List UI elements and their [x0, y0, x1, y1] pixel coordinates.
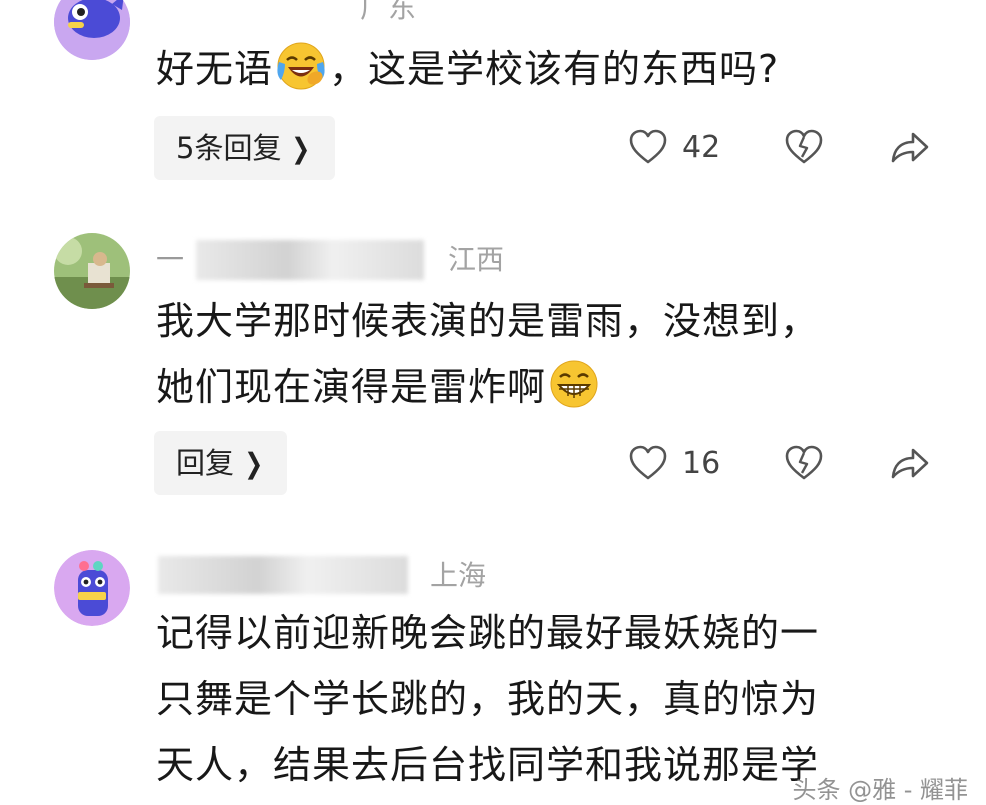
avatar[interactable] — [54, 233, 130, 309]
comment-line-3: 天人，结果去后台找同学和我说那是学 — [156, 743, 820, 787]
username-redaction — [196, 240, 424, 280]
replies-button[interactable]: 5条回复 ❯ — [154, 116, 335, 180]
comment-location: 广东 — [360, 0, 417, 24]
reply-button[interactable]: 回复 ❯ — [154, 431, 288, 495]
comment-text: 好无语 ，这是学校该有的东西吗? — [156, 36, 779, 102]
username-redaction — [158, 556, 408, 594]
like-count: 42 — [682, 129, 721, 165]
broken-heart-icon — [785, 129, 823, 164]
share-button[interactable] — [890, 446, 930, 480]
comment-line-1: 记得以前迎新晚会跳的最好最妖娆的一 — [156, 611, 820, 655]
like-count: 16 — [682, 445, 721, 481]
comment-line-2: 只舞是个学长跳的，我的天，真的惊为 — [156, 677, 820, 721]
like-button[interactable]: 16 — [628, 444, 720, 482]
share-arrow-icon — [891, 448, 929, 479]
comment-line-1: 我大学那时候表演的是雷雨，没想到， — [156, 299, 820, 343]
heart-outline-icon — [629, 445, 667, 480]
chevron-right-icon: ❯ — [244, 447, 264, 480]
replies-label: 5条回复 — [176, 131, 282, 165]
crying-laughing-emoji — [277, 42, 325, 90]
comment-line-2: 她们现在演得是雷炸啊 — [156, 365, 547, 409]
share-arrow-icon — [891, 132, 929, 163]
dislike-button[interactable] — [784, 444, 824, 482]
avatar[interactable] — [54, 0, 130, 60]
dislike-button[interactable] — [784, 128, 824, 166]
like-button[interactable]: 42 — [628, 128, 720, 166]
heart-outline-icon — [629, 129, 667, 164]
reply-label: 回复 — [176, 446, 235, 480]
broken-heart-icon — [785, 445, 823, 480]
grinning-emoji — [550, 360, 598, 408]
share-button[interactable] — [890, 130, 930, 164]
comment-location: 上海 — [430, 559, 487, 592]
avatar[interactable] — [54, 550, 130, 626]
comment-location: 江西 — [448, 243, 505, 276]
comment-text: 我大学那时候表演的是雷雨，没想到， 她们现在演得是雷炸啊 — [156, 288, 819, 420]
watermark: 头条 @雅 - 耀菲 — [792, 776, 968, 804]
chevron-right-icon: ❯ — [291, 132, 311, 165]
comment-text: 记得以前迎新晚会跳的最好最妖娆的一 只舞是个学长跳的，我的天，真的惊为 天人，结… — [156, 600, 819, 798]
comment-username[interactable]: 一 — [156, 238, 184, 278]
